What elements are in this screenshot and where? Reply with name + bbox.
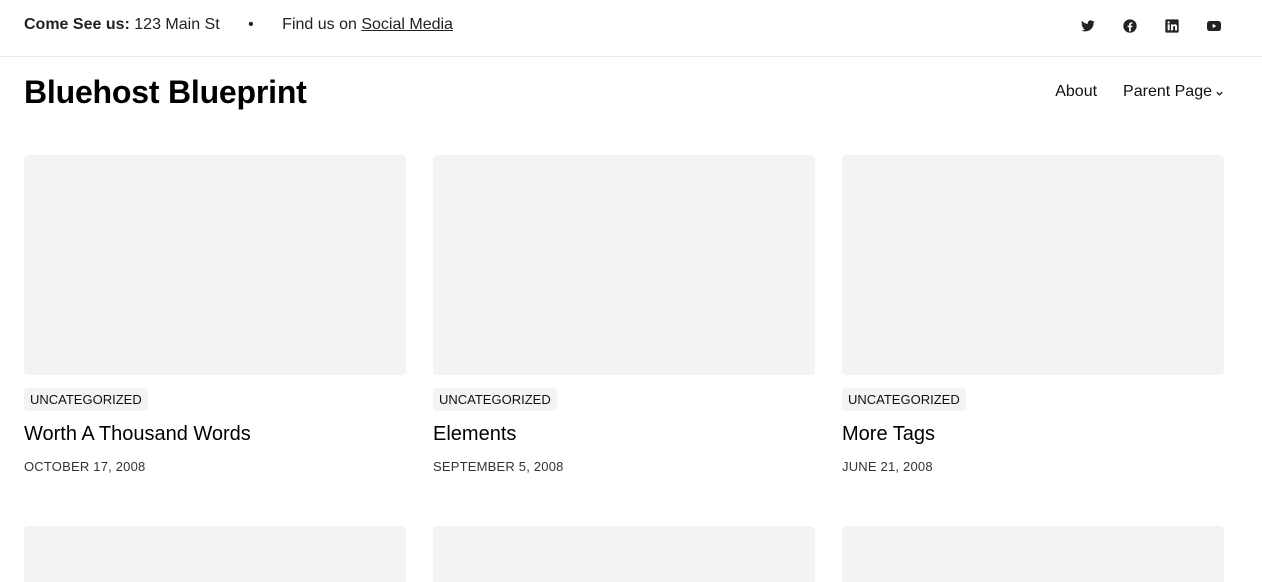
twitter-icon[interactable] [1080, 18, 1096, 34]
post-date: JUNE 21, 2008 [842, 459, 933, 474]
address-text: 123 Main St [134, 16, 220, 33]
post-thumbnail[interactable] [842, 155, 1224, 375]
post-thumbnail[interactable] [433, 155, 815, 375]
social-icons [1080, 18, 1222, 34]
category-badge[interactable]: UNCATEGORIZED [433, 388, 557, 411]
youtube-icon[interactable] [1206, 18, 1222, 34]
linkedin-icon[interactable] [1164, 18, 1180, 34]
post-card [24, 526, 406, 582]
post-title[interactable]: Worth A Thousand Words [24, 423, 251, 446]
post-thumbnail[interactable] [24, 155, 406, 375]
facebook-icon[interactable] [1122, 18, 1138, 34]
top-bar-info: Come See us: 123 Main St • Find us on So… [24, 16, 453, 34]
post-card [842, 526, 1224, 582]
nav-item-parent-page[interactable]: Parent Page [1123, 83, 1224, 101]
category-badge[interactable]: UNCATEGORIZED [24, 388, 148, 411]
post-date: OCTOBER 17, 2008 [24, 459, 146, 474]
post-thumbnail[interactable] [24, 526, 406, 582]
post-card [433, 526, 815, 582]
nav-item-about[interactable]: About [1055, 83, 1097, 101]
post-thumbnail[interactable] [433, 526, 815, 582]
post-card: UNCATEGORIZED Elements SEPTEMBER 5, 2008 [433, 155, 815, 474]
post-thumbnail[interactable] [842, 526, 1224, 582]
main-nav: About Parent Page [1055, 83, 1224, 101]
post-title[interactable]: More Tags [842, 423, 935, 446]
category-badge[interactable]: UNCATEGORIZED [842, 388, 966, 411]
chevron-down-icon [1216, 91, 1223, 96]
post-title[interactable]: Elements [433, 423, 516, 446]
find-us-text: Find us on [282, 16, 357, 33]
top-bar: Come See us: 123 Main St • Find us on So… [0, 0, 1262, 57]
social-media-link[interactable]: Social Media [361, 16, 453, 33]
post-date: SEPTEMBER 5, 2008 [433, 459, 564, 474]
post-card: UNCATEGORIZED More Tags JUNE 21, 2008 [842, 155, 1224, 474]
nav-item-label: Parent Page [1123, 83, 1212, 100]
visit-label: Come See us: [24, 16, 130, 33]
site-title[interactable]: Bluehost Blueprint [24, 74, 307, 111]
separator-dot: • [248, 16, 254, 33]
post-card: UNCATEGORIZED Worth A Thousand Words OCT… [24, 155, 406, 474]
